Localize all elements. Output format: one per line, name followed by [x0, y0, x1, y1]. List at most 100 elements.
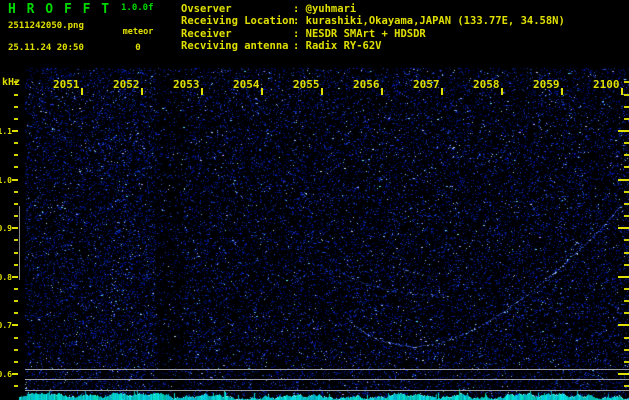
- y-axis-tick-minor: [624, 251, 629, 254]
- y-axis-tick-minor: [624, 142, 629, 145]
- y-axis-tick-major: [12, 373, 18, 375]
- y-axis-tick-minor: [14, 105, 18, 108]
- y-axis-tick-minor: [624, 105, 629, 108]
- x-axis-label: 2059: [533, 78, 560, 91]
- x-axis-label: 2100: [593, 78, 620, 91]
- x-axis-label: 2058: [473, 78, 500, 91]
- x-axis-tick: [201, 88, 203, 95]
- app-title: H R O F F T: [8, 2, 111, 17]
- y-axis-tick-minor: [14, 360, 18, 363]
- y-axis-tick-minor: [14, 190, 18, 193]
- x-axis-tick: [321, 88, 323, 95]
- x-axis-label: 2052: [113, 78, 140, 91]
- y-axis-tick-minor: [14, 142, 18, 145]
- y-axis-tick-minor: [624, 154, 629, 157]
- hrofft-window: H R O F F T 1.0.0f 2511242050.png 25.11.…: [0, 0, 629, 400]
- y-axis-tick-minor: [624, 215, 629, 218]
- y-axis-tick-minor: [14, 117, 18, 120]
- y-axis-tick-major: [618, 373, 629, 375]
- x-axis-tick: [621, 88, 623, 95]
- y-axis-tick-minor: [14, 263, 18, 266]
- y-axis-tick-minor: [624, 263, 629, 266]
- y-axis-tick-minor: [14, 202, 18, 205]
- x-axis-tick: [441, 88, 443, 95]
- info-label: Receiver: [181, 27, 232, 40]
- y-axis-tick-minor: [14, 300, 18, 303]
- reference-line: [25, 379, 629, 380]
- y-axis-tick-minor: [624, 239, 629, 242]
- x-axis-tick: [141, 88, 143, 95]
- y-axis-tick-minor: [14, 239, 18, 242]
- station-info-block: Ovserver : @yuhmari Receiving Location: ku…: [181, 3, 565, 52]
- y-axis-tick-minor: [624, 117, 629, 120]
- y-axis-tick-major: [618, 130, 629, 132]
- meteor-counter-value: 0: [135, 43, 141, 53]
- x-axis-label: 2056: [353, 78, 380, 91]
- x-axis-tick: [81, 88, 83, 95]
- info-label: Ovserver: [181, 3, 232, 15]
- x-axis-tick: [381, 88, 383, 95]
- x-axis-label: 2053: [173, 78, 200, 91]
- info-row: Ovserver : @yuhmari: [181, 3, 565, 15]
- y-axis-tick-minor: [624, 300, 629, 303]
- y-axis-tick-minor: [14, 166, 18, 169]
- y-axis-tick-major: [12, 130, 18, 132]
- output-filename: 2511242050.png: [8, 21, 84, 31]
- info-value: : kurashiki,Okayama,JAPAN (133.77E, 34.5…: [293, 15, 565, 28]
- y-axis-tick-major: [618, 324, 629, 327]
- y-axis-tick-minor: [14, 385, 18, 388]
- y-axis-tick-minor: [624, 287, 629, 290]
- y-axis-tick-minor: [624, 190, 629, 193]
- x-axis-tick: [501, 88, 503, 95]
- y-axis-label: 0.7: [0, 321, 12, 331]
- info-label: Receiving Location: [181, 15, 295, 28]
- info-value: : NESDR SMArt + HDSDR: [293, 27, 426, 40]
- y-axis-tick-major: [12, 324, 18, 327]
- y-axis-tick-minor: [14, 251, 18, 254]
- y-axis-label: 0.6: [0, 370, 12, 379]
- date-time: 25.11.24 20:50: [8, 43, 84, 53]
- y-axis-tick-minor: [624, 385, 629, 388]
- left-scale-bar: [19, 206, 20, 280]
- y-axis-label: 0.8: [0, 272, 12, 282]
- y-axis-tick-minor: [14, 336, 18, 339]
- spectrogram-canvas: [0, 0, 629, 400]
- y-axis-tick-minor: [14, 154, 18, 157]
- y-axis-tick-minor: [14, 81, 18, 84]
- meteor-counter-label: meteor: [122, 27, 154, 37]
- x-axis-tick: [561, 88, 563, 95]
- y-axis-tick-minor: [624, 360, 629, 363]
- y-axis-tick-major: [12, 178, 18, 181]
- y-axis-tick-minor: [624, 166, 629, 169]
- y-axis-tick-minor: [624, 202, 629, 205]
- y-axis-tick-minor: [624, 93, 629, 96]
- y-axis-tick-major: [12, 275, 18, 278]
- x-axis-label: 2055: [293, 78, 320, 91]
- y-axis-label: 1.1: [0, 127, 12, 136]
- reference-line: [25, 390, 629, 391]
- y-axis-tick-minor: [14, 348, 18, 351]
- y-axis-tick-minor: [14, 287, 18, 290]
- x-axis-label: 2054: [233, 78, 260, 91]
- info-label: Recviving antenna: [181, 39, 289, 52]
- app-version: 1.0.0f: [121, 3, 154, 13]
- info-row: Recviving antenna : Radix RY-62V: [181, 40, 565, 52]
- y-axis-tick-major: [618, 275, 629, 278]
- y-axis-tick-minor: [624, 312, 629, 315]
- reference-line: [25, 369, 629, 370]
- y-axis-tick-minor: [624, 81, 629, 84]
- x-axis-label: 2051: [53, 78, 80, 91]
- y-axis-label: 1.0: [0, 175, 12, 185]
- info-value: : @yuhmari: [293, 3, 357, 15]
- y-axis-tick-minor: [14, 93, 18, 96]
- info-row: Receiver : NESDR SMArt + HDSDR: [181, 28, 565, 40]
- y-axis-tick-minor: [14, 215, 18, 218]
- y-axis-tick-major: [618, 178, 629, 181]
- info-value: : Radix RY-62V: [293, 39, 382, 52]
- y-axis-tick-minor: [14, 312, 18, 315]
- x-axis-label: 2057: [413, 78, 440, 91]
- y-axis-tick-major: [618, 227, 629, 230]
- info-row: Receiving Location: kurashiki,Okayama,JA…: [181, 15, 565, 27]
- y-axis-tick-minor: [624, 348, 629, 351]
- y-axis-tick-major: [12, 227, 18, 230]
